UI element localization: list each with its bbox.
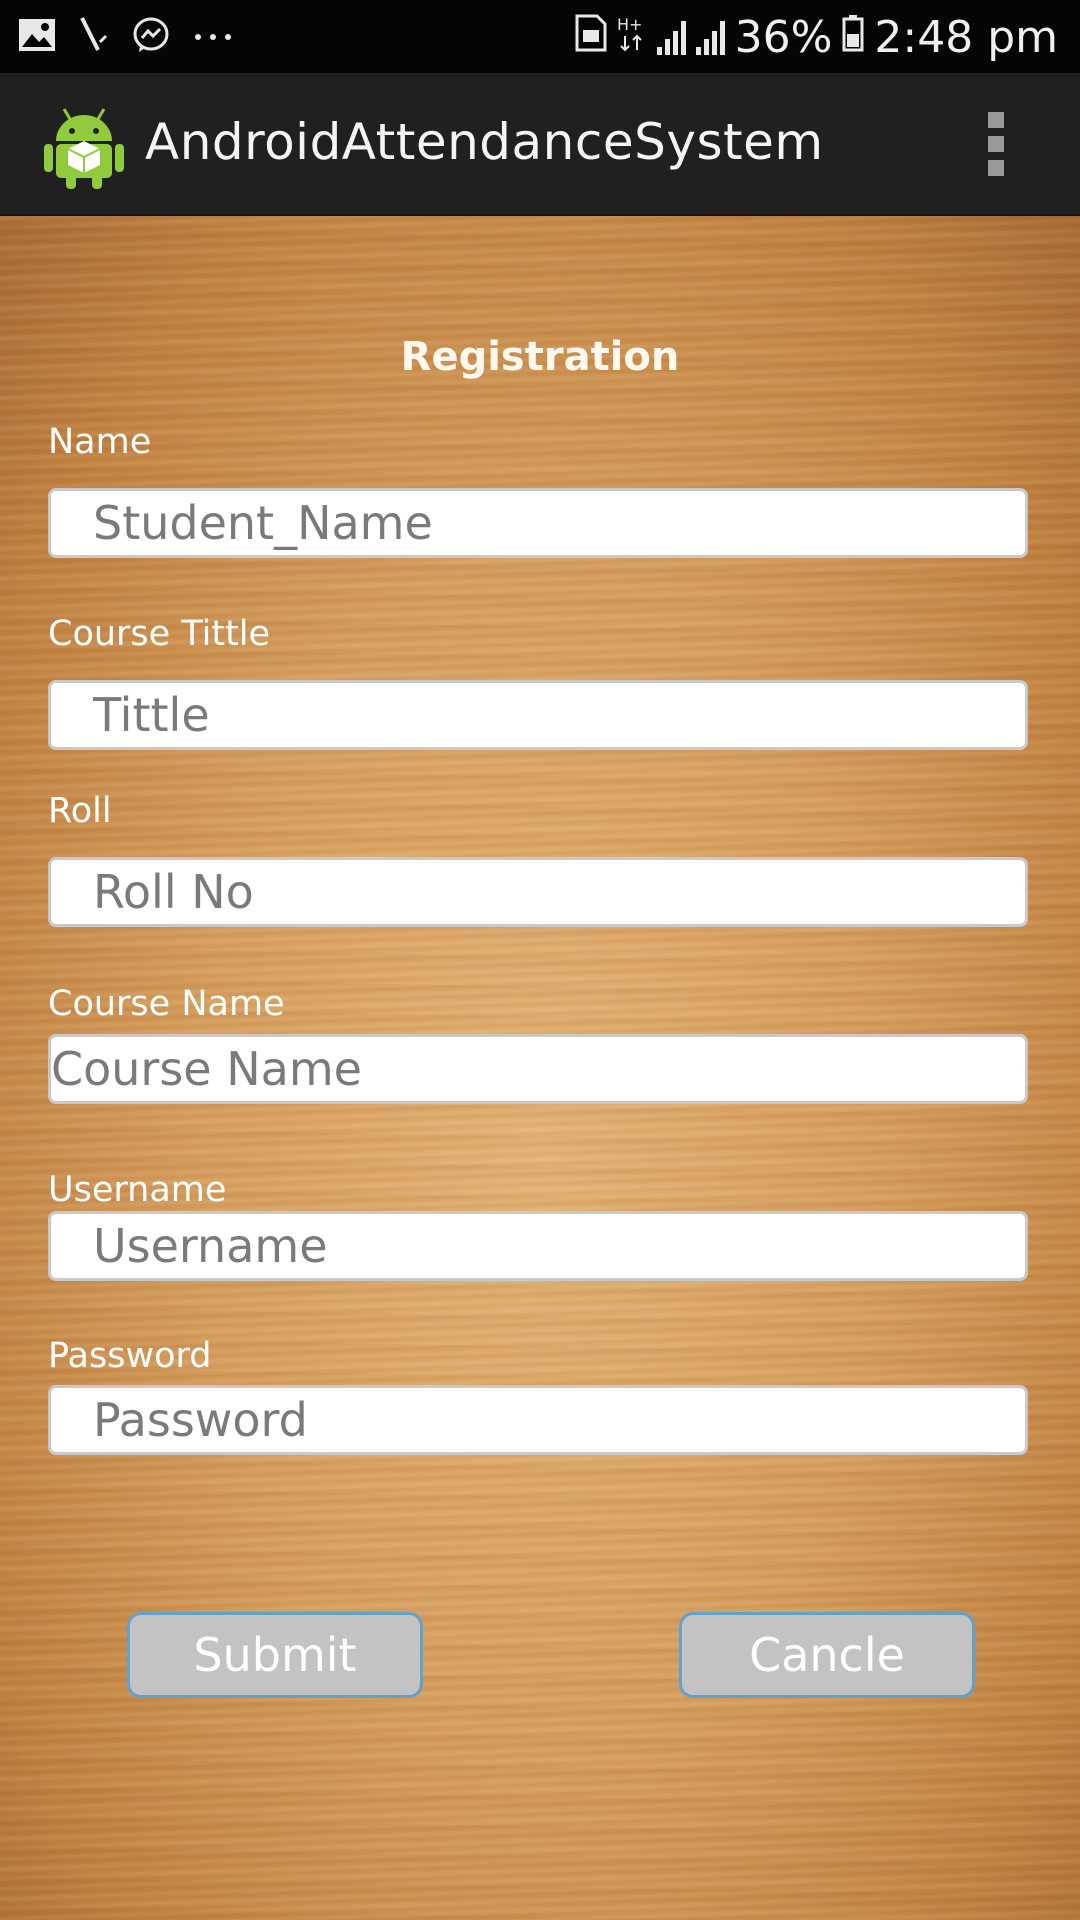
name-label: Name	[48, 422, 152, 462]
action-bar: AndroidAttendanceSystem	[0, 73, 1080, 217]
signal-1-icon	[656, 19, 686, 55]
more-dots-icon	[192, 28, 234, 47]
messenger-icon	[132, 16, 170, 58]
clock: 2:48 pm	[874, 11, 1058, 63]
app-title: AndroidAttendanceSystem	[145, 113, 824, 171]
overflow-menu-icon[interactable]	[985, 112, 1007, 176]
gallery-icon	[18, 18, 56, 56]
password-label: Password	[48, 1336, 212, 1376]
username-input[interactable]	[51, 1214, 1025, 1278]
password-input[interactable]	[51, 1388, 1025, 1452]
roll-label: Roll	[48, 791, 112, 831]
roll-input[interactable]	[51, 860, 1025, 924]
battery-percent: 36%	[734, 11, 833, 63]
course-name-field[interactable]	[48, 1034, 1028, 1104]
username-label: Username	[48, 1170, 227, 1210]
data-hplus-icon: H+	[617, 12, 647, 63]
roll-field[interactable]	[48, 857, 1028, 927]
registration-screen: Registration Name Course Tittle Roll Cou…	[0, 216, 1080, 1920]
battery-icon	[842, 12, 864, 63]
course-title-field[interactable]	[48, 680, 1028, 750]
name-input[interactable]	[51, 491, 1025, 555]
status-bar: H+ 36% 2:48 pm	[0, 0, 1080, 73]
tool-icon	[78, 16, 110, 58]
course-title-label: Course Tittle	[48, 614, 271, 654]
submit-button[interactable]: Submit	[127, 1612, 423, 1698]
cancel-button[interactable]: Cancle	[679, 1612, 975, 1698]
course-name-label: Course Name	[48, 984, 285, 1024]
svg-text:H+: H+	[617, 15, 642, 34]
notification-icons	[18, 14, 234, 60]
username-field[interactable]	[48, 1211, 1028, 1281]
signal-2-icon	[695, 19, 725, 55]
system-status: H+ 36% 2:48 pm	[575, 10, 1058, 64]
name-field[interactable]	[48, 488, 1028, 558]
page-title: Registration	[400, 334, 680, 380]
android-app-icon	[44, 101, 124, 189]
course-name-input[interactable]	[51, 1037, 1025, 1101]
course-title-input[interactable]	[51, 683, 1025, 747]
sim-icon	[575, 12, 607, 63]
password-field[interactable]	[48, 1385, 1028, 1455]
